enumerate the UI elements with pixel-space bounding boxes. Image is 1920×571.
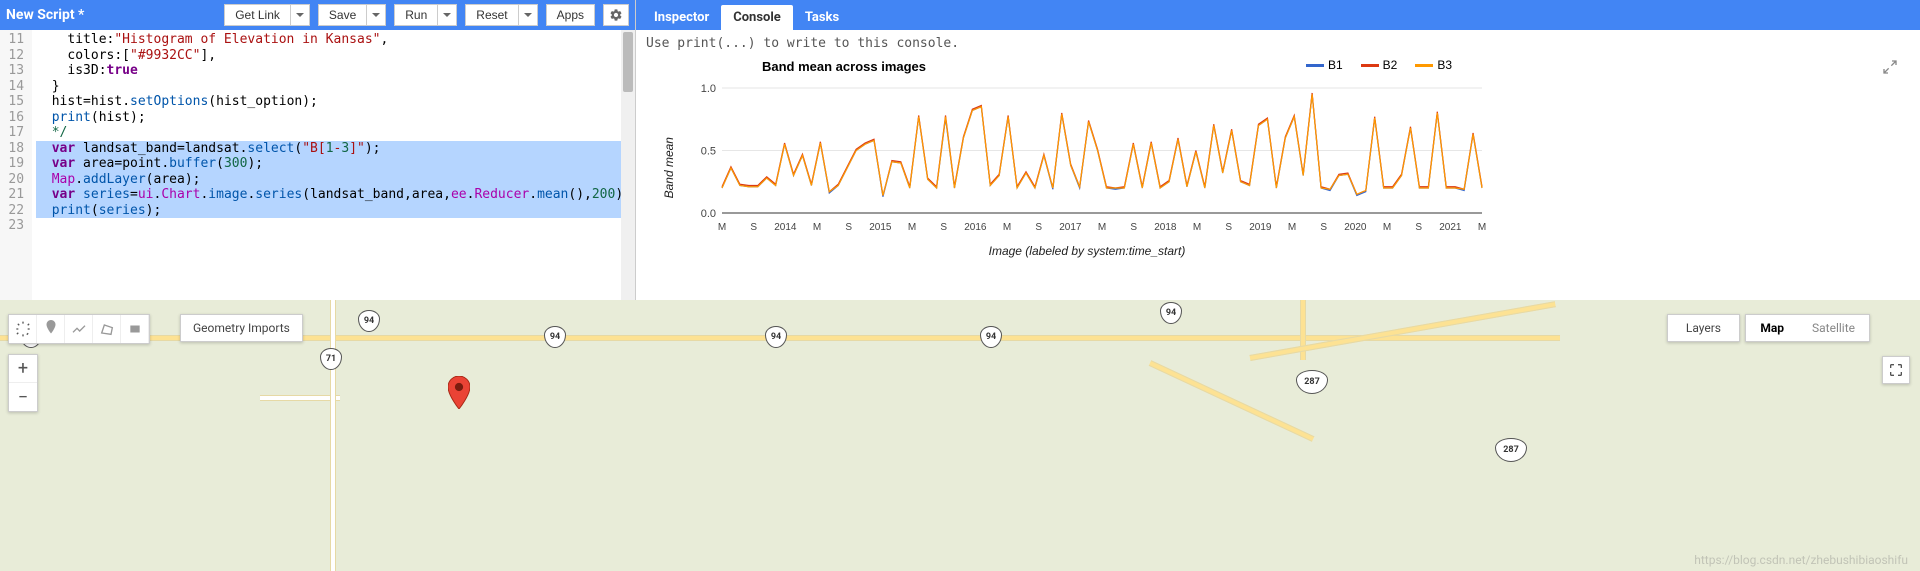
svg-text:M: M [1098, 222, 1106, 233]
map[interactable]: 94 94 94 94 94 94 71 287 287 Geometry Im… [0, 300, 1920, 571]
settings-button[interactable] [603, 4, 629, 26]
route-shield-94: 94 [358, 310, 380, 332]
svg-text:M: M [908, 222, 916, 233]
svg-text:M: M [718, 222, 726, 233]
chart-plot-area[interactable]: 0.0 0.5 1.0 M S 2014 M S 2015 M S 2016 M S 2017 M S 2018 M… [682, 78, 1492, 238]
run-button[interactable]: Run [394, 4, 438, 26]
svg-text:S: S [1415, 222, 1422, 233]
zoom-in-button[interactable]: + [9, 355, 37, 383]
script-title: New Script * [6, 7, 84, 23]
fullscreen-button[interactable] [1882, 356, 1910, 384]
drawing-toolbar [8, 314, 150, 344]
caret-down-icon [372, 13, 380, 17]
reset-dropdown[interactable] [519, 4, 538, 26]
svg-text:0.5: 0.5 [701, 146, 716, 158]
watermark: https://blog.csdn.net/zhebushibiaoshifu [1694, 553, 1908, 567]
svg-text:2020: 2020 [1344, 222, 1367, 233]
caret-down-icon [296, 13, 304, 17]
tab-console[interactable]: Console [721, 5, 793, 30]
editor-scrollbar[interactable] [621, 30, 635, 300]
get-link-dropdown[interactable] [291, 4, 310, 26]
svg-text:M: M [1288, 222, 1296, 233]
route-shield-71: 71 [320, 348, 342, 370]
legend-item: B2 [1361, 58, 1398, 72]
legend-item: B3 [1415, 58, 1452, 72]
svg-text:M: M [1193, 222, 1201, 233]
svg-text:2015: 2015 [869, 222, 892, 233]
caret-down-icon [443, 13, 451, 17]
svg-text:S: S [1130, 222, 1137, 233]
save-button[interactable]: Save [318, 4, 367, 26]
apps-button[interactable]: Apps [546, 4, 595, 26]
polygon-tool[interactable] [93, 315, 121, 343]
svg-text:M: M [1003, 222, 1011, 233]
tab-inspector[interactable]: Inspector [642, 5, 721, 30]
tab-tasks[interactable]: Tasks [793, 5, 851, 30]
svg-text:0.0: 0.0 [701, 208, 716, 220]
route-shield-94: 94 [1160, 302, 1182, 324]
save-dropdown[interactable] [367, 4, 386, 26]
editor-toolbar: New Script * Get Link Save Run Reset App… [0, 0, 635, 30]
get-link-button[interactable]: Get Link [224, 4, 291, 26]
script-editor-panel: New Script * Get Link Save Run Reset App… [0, 0, 636, 300]
svg-text:2019: 2019 [1249, 222, 1272, 233]
chart-xlabel: Image (labeled by system:time_start) [682, 244, 1492, 258]
svg-text:S: S [1035, 222, 1042, 233]
svg-text:M: M [1478, 222, 1486, 233]
svg-text:2014: 2014 [774, 222, 797, 233]
map-marker[interactable] [448, 376, 470, 410]
route-shield-287: 287 [1296, 370, 1328, 394]
legend-item: B1 [1306, 58, 1343, 72]
point-tool[interactable] [37, 315, 65, 343]
zoom-control: + − [8, 354, 38, 412]
map-type-control: Map Satellite [1745, 314, 1870, 342]
layers-button[interactable]: Layers [1667, 314, 1740, 342]
fullscreen-icon [1888, 362, 1904, 378]
caret-down-icon [524, 13, 532, 17]
route-shield-94: 94 [544, 326, 566, 348]
svg-text:2018: 2018 [1154, 222, 1177, 233]
expand-chart-icon[interactable] [1882, 59, 1898, 75]
svg-text:2017: 2017 [1059, 222, 1082, 233]
map-type-satellite[interactable]: Satellite [1798, 315, 1869, 341]
chart-ylabel: Band mean [662, 137, 676, 198]
svg-text:M: M [1383, 222, 1391, 233]
console-body: Use print(...) to write to this console.… [636, 30, 1920, 300]
map-type-map[interactable]: Map [1746, 315, 1798, 341]
code-area[interactable]: title:"Histogram of Elevation in Kansas"… [32, 30, 635, 300]
run-dropdown[interactable] [438, 4, 457, 26]
svg-text:S: S [845, 222, 852, 233]
geometry-imports-button[interactable]: Geometry Imports [180, 314, 303, 342]
chart-legend: B1 B2 B3 [1306, 58, 1452, 72]
svg-text:2021: 2021 [1439, 222, 1462, 233]
gear-icon [609, 8, 623, 22]
console-panel: Inspector Console Tasks Use print(...) t… [636, 0, 1920, 300]
line-tool[interactable] [65, 315, 93, 343]
route-shield-287: 287 [1495, 438, 1527, 462]
zoom-out-button[interactable]: − [9, 383, 37, 411]
svg-text:M: M [813, 222, 821, 233]
svg-text:S: S [940, 222, 947, 233]
svg-text:S: S [1225, 222, 1232, 233]
code-editor[interactable]: 11121314151617181920212223 title:"Histog… [0, 30, 635, 300]
svg-text:1.0: 1.0 [701, 83, 716, 95]
route-shield-94: 94 [765, 326, 787, 348]
line-gutter: 11121314151617181920212223 [0, 30, 32, 300]
svg-text:2016: 2016 [964, 222, 987, 233]
svg-text:S: S [1320, 222, 1327, 233]
svg-text:S: S [750, 222, 757, 233]
console-hint: Use print(...) to write to this console. [646, 36, 1910, 51]
route-shield-94: 94 [980, 326, 1002, 348]
reset-button[interactable]: Reset [465, 4, 518, 26]
pan-tool[interactable] [9, 315, 37, 343]
right-tabs: Inspector Console Tasks [636, 0, 1920, 30]
chart-output: Band mean across images Band mean B1B2B3… [662, 59, 1910, 258]
rectangle-tool[interactable] [121, 315, 149, 343]
